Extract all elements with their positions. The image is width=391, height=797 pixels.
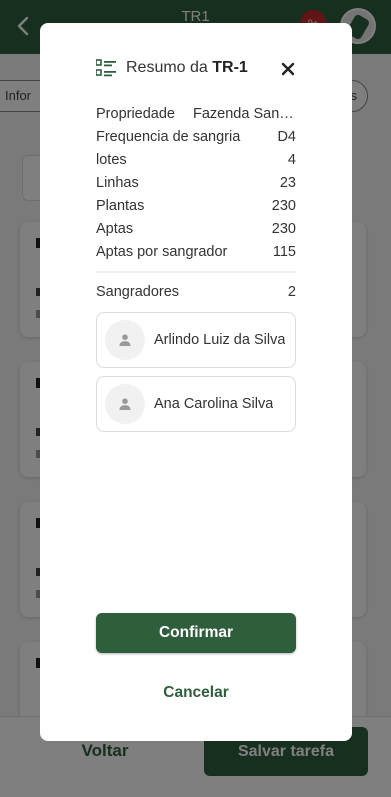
confirm-button[interactable]: Confirmar <box>96 613 296 653</box>
person-icon <box>119 334 131 346</box>
info-row-aptas-por-sangrador: Aptas por sangrador 115 <box>96 241 296 263</box>
info-label: Plantas <box>96 198 145 214</box>
info-value: 230 <box>271 198 296 214</box>
info-label: Aptas <box>96 221 134 237</box>
info-label: Frequencia de sangria <box>96 129 241 145</box>
info-value: 115 <box>272 244 296 260</box>
info-row-sangradores: Sangradores 2 <box>96 281 296 303</box>
info-row-aptas: Aptas 230 <box>96 218 296 240</box>
info-value: 2 <box>287 284 296 300</box>
tapper-card[interactable]: Ana Carolina Silva <box>96 376 296 432</box>
avatar <box>105 320 145 360</box>
close-icon <box>281 62 295 76</box>
info-row-lotes: lotes 4 <box>96 149 296 171</box>
info-row-propriedade: Propriedade Fazenda Santa… <box>96 103 296 125</box>
tapper-name: Ana Carolina Silva <box>154 396 274 412</box>
modal-title: Resumo da TR-1 <box>126 59 248 76</box>
summary-modal: Resumo da TR-1 Propriedade Fazenda Santa… <box>40 23 352 741</box>
info-row-linhas: Linhas 23 <box>96 172 296 194</box>
list-icon <box>96 59 116 77</box>
modal-header: Resumo da TR-1 <box>96 57 306 79</box>
info-label: lotes <box>96 152 127 168</box>
info-value: 23 <box>279 175 296 191</box>
info-value: Fazenda Santa… <box>193 106 296 122</box>
divider <box>96 271 296 273</box>
info-value: 4 <box>287 152 296 168</box>
person-icon <box>119 398 131 410</box>
info-row-frequencia: Frequencia de sangria D4 <box>96 126 296 148</box>
info-label: Propriedade <box>96 106 175 122</box>
info-value: D4 <box>277 129 296 145</box>
close-button[interactable] <box>276 57 300 81</box>
tapper-card[interactable]: Arlindo Luiz da Silva <box>96 312 296 368</box>
avatar <box>105 384 145 424</box>
info-label: Aptas por sangrador <box>96 244 228 260</box>
info-label: Linhas <box>96 175 139 191</box>
tapper-name: Arlindo Luiz da Silva <box>154 332 286 348</box>
info-value: 230 <box>271 221 296 237</box>
info-label: Sangradores <box>96 284 180 300</box>
info-row-plantas: Plantas 230 <box>96 195 296 217</box>
cancel-button[interactable]: Cancelar <box>96 673 296 713</box>
